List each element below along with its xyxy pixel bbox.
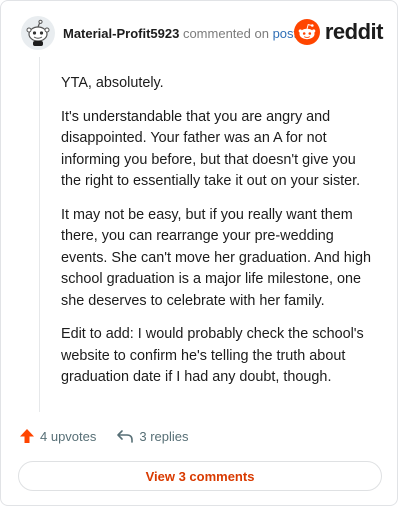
commented-on-text: commented on: [182, 25, 269, 41]
upvote-count: 4 upvotes: [40, 428, 97, 444]
comment-body: YTA, absolutely. It's understandable tha…: [61, 73, 379, 401]
reply-count: 3 replies: [139, 428, 189, 444]
comment-card: Material-Profit5923 commented on post re…: [0, 0, 398, 506]
comment-paragraph: It's understandable that you are angry a…: [61, 108, 361, 190]
view-comments-button[interactable]: View 3 comments: [18, 461, 382, 491]
comment-byline: Material-Profit5923 commented on post: [63, 26, 297, 41]
comment-paragraph: It may not be easy, but if you really wa…: [61, 206, 371, 309]
comment-paragraph: Edit to add: I would probably check the …: [61, 326, 364, 385]
username-link[interactable]: Material-Profit5923: [63, 26, 179, 41]
comment-paragraph: YTA, absolutely.: [61, 75, 164, 91]
replies-button[interactable]: 3 replies: [116, 428, 189, 444]
upvote-button[interactable]: 4 upvotes: [19, 428, 96, 444]
snoo-avatar-icon[interactable]: [21, 16, 55, 50]
reddit-brand[interactable]: reddit: [293, 19, 384, 45]
upvote-arrow-icon: [20, 429, 34, 443]
thread-line[interactable]: [39, 57, 40, 412]
comment-header: Material-Profit5923 commented on post re…: [21, 15, 384, 51]
reddit-wordmark: reddit: [324, 19, 384, 44]
reply-arrow-icon: [117, 430, 134, 443]
comment-actions: 4 upvotes 3 replies: [19, 425, 209, 447]
reddit-logo-icon: [293, 19, 320, 45]
